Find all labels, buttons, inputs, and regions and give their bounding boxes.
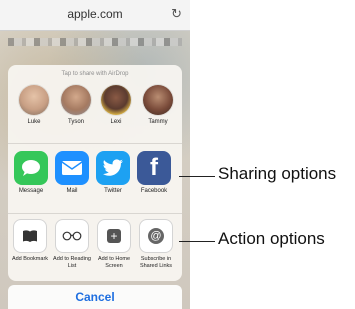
avatar [101, 85, 131, 115]
action-options-label: Action options [218, 229, 325, 248]
action-label: Add to Home Screen [97, 256, 131, 269]
book-glyph [23, 230, 37, 242]
avatar [61, 85, 91, 115]
app-mail[interactable]: Mail [53, 151, 91, 194]
reload-icon[interactable]: ↻ [171, 6, 182, 22]
airdrop-contact-tyson[interactable]: Tyson [56, 85, 96, 125]
action-label: Add to Reading List [53, 256, 91, 269]
cancel-button[interactable]: Cancel [8, 285, 182, 309]
action-add-reading-list[interactable]: Add to Reading List [52, 219, 92, 269]
action-row: Add Bookmark Add to Reading List + Add t… [8, 219, 182, 279]
action-subscribe-shared-links[interactable]: @ Subscribe in Shared Links [136, 219, 176, 269]
action-label: Subscribe in Shared Links [139, 256, 173, 269]
app-label: Mail [66, 188, 78, 194]
app-facebook[interactable]: f Facebook [135, 151, 173, 194]
twitter-bird [102, 159, 123, 176]
at-icon: @ [139, 219, 173, 253]
message-bubble [22, 160, 40, 176]
action-label: Add Bookmark [11, 256, 49, 262]
airdrop-contacts: Luke Tyson Lexi Tammy [8, 85, 182, 141]
background-strip [8, 38, 182, 46]
app-message[interactable]: Message [12, 151, 50, 194]
contact-name: Tyson [67, 119, 84, 125]
plus-icon: + [97, 219, 131, 253]
sharing-apps-row: Message Mail Twitter f Facebook [8, 151, 182, 211]
contact-name: Luke [27, 119, 41, 125]
divider [8, 213, 182, 214]
avatar [19, 85, 49, 115]
mail-icon [55, 151, 89, 185]
app-label: Facebook [140, 188, 168, 194]
phone-screen: apple.com ↻ Tap to share with AirDrop Lu… [0, 0, 190, 309]
app-label: Twitter [104, 188, 122, 194]
message-icon [14, 151, 48, 185]
divider [8, 143, 182, 144]
glasses-icon [55, 219, 89, 253]
contact-name: Lexi [110, 119, 122, 125]
app-twitter[interactable]: Twitter [94, 151, 132, 194]
app-label: Message [18, 188, 44, 194]
airdrop-contact-lexi[interactable]: Lexi [96, 85, 136, 125]
contact-name: Tammy [148, 119, 168, 125]
share-sheet: Tap to share with AirDrop Luke Tyson Lex… [8, 65, 182, 281]
facebook-icon: f [137, 151, 171, 185]
action-options-leader-line [179, 241, 215, 242]
url-text[interactable]: apple.com [0, 7, 190, 21]
airdrop-contact-luke[interactable]: Luke [14, 85, 54, 125]
twitter-icon [96, 151, 130, 185]
sharing-options-label: Sharing options [218, 164, 337, 183]
glasses-glyph [62, 231, 82, 241]
action-add-home-screen[interactable]: + Add to Home Screen [94, 219, 134, 269]
avatar [143, 85, 173, 115]
address-bar[interactable]: apple.com ↻ [0, 0, 190, 31]
airdrop-contact-tammy[interactable]: Tammy [138, 85, 178, 125]
sharing-options-leader-line [179, 176, 215, 177]
envelope [61, 161, 83, 175]
action-add-bookmark[interactable]: Add Bookmark [10, 219, 50, 263]
book-icon [13, 219, 47, 253]
airdrop-title: Tap to share with AirDrop [61, 71, 129, 77]
